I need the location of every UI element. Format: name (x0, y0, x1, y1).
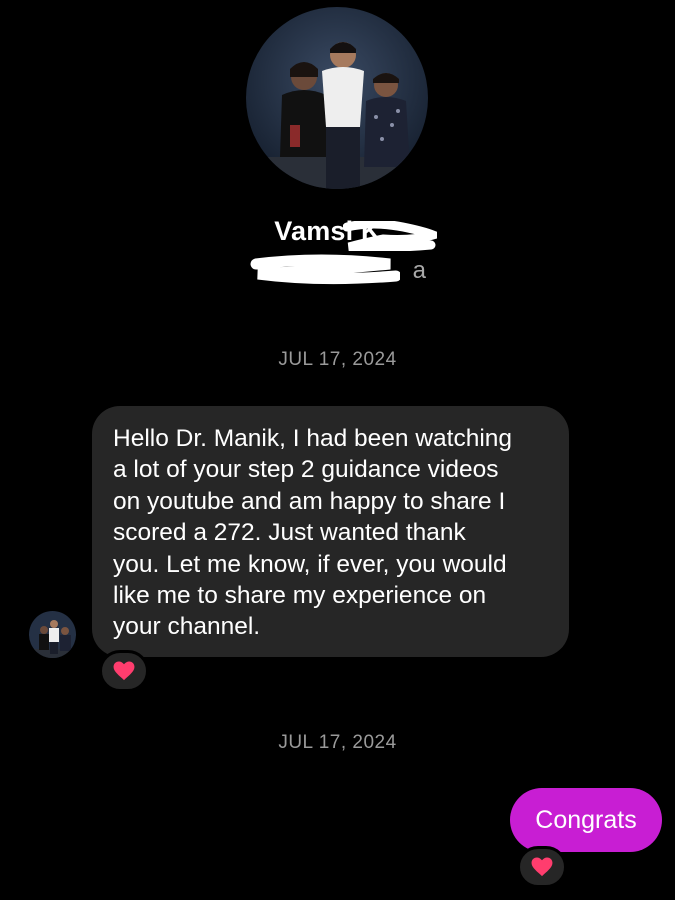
outgoing-message-bubble[interactable]: Congrats (510, 788, 662, 852)
message-reaction[interactable] (517, 846, 567, 888)
message-timestamp: JUL 17, 2024 (278, 349, 397, 370)
redaction-scribble (250, 254, 400, 285)
incoming-message-bubble[interactable]: Hello Dr. Manik, I had been watching a l… (92, 406, 569, 657)
dm-thread-screen: Vamsi K a JUL 17, 2024 Hello Dr. Manik, … (0, 0, 675, 900)
message-reaction[interactable] (99, 650, 149, 692)
heart-icon (113, 661, 135, 681)
profile-name[interactable]: Vamsi K (0, 216, 675, 247)
profile-avatar[interactable] (246, 7, 428, 189)
redaction-scribble (343, 221, 437, 251)
incoming-message-text: Hello Dr. Manik, I had been watching a l… (113, 425, 513, 641)
outgoing-message-text: Congrats (535, 805, 637, 834)
heart-icon (531, 857, 553, 877)
message-timestamp: JUL 17, 2024 (278, 732, 397, 753)
sender-avatar[interactable] (29, 611, 76, 658)
